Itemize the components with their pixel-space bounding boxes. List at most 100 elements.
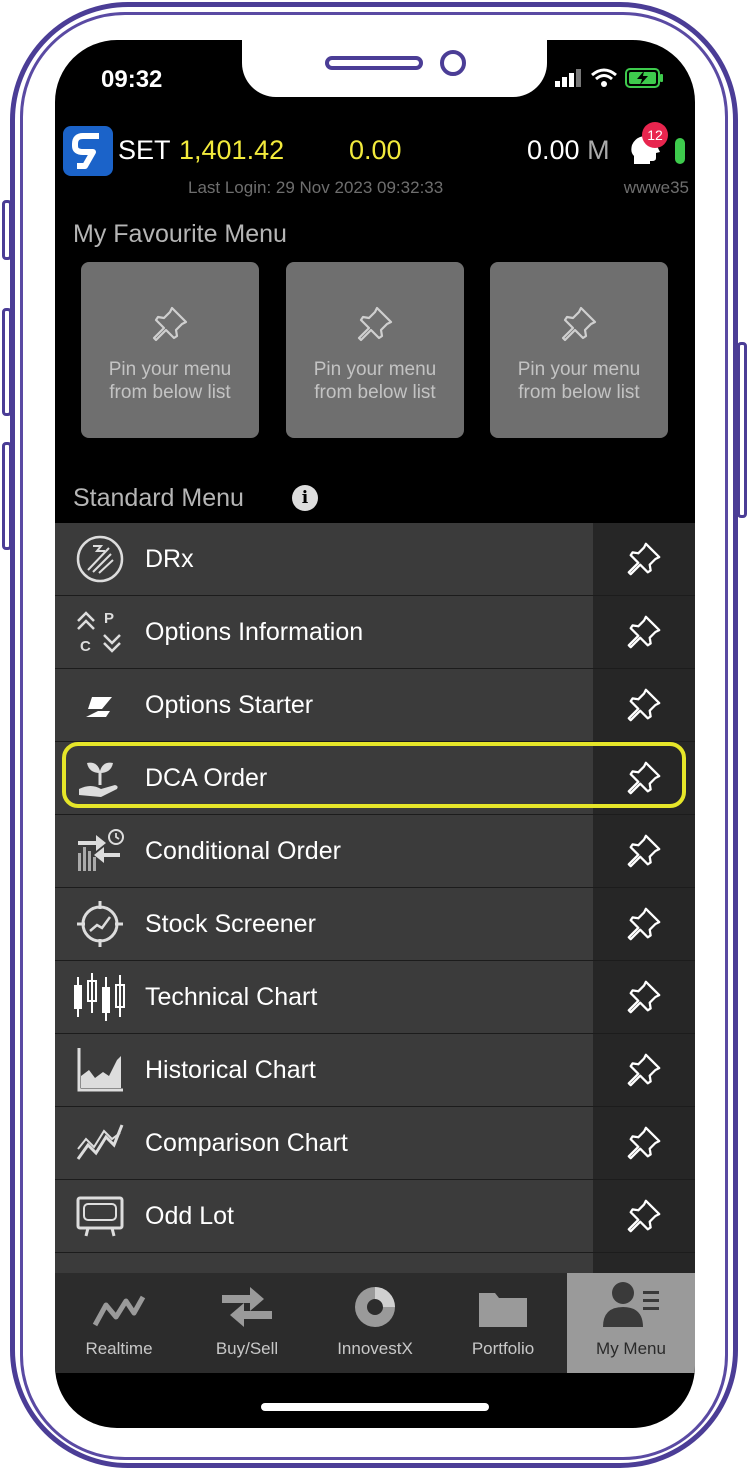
speaker-grille [325,56,423,70]
menu-item-options-starter[interactable]: Options Starter [55,669,695,742]
options-information-icon: P C [55,596,145,668]
volume-up-button [2,308,12,416]
menu-item-partial [55,1253,695,1273]
menu-item-label: Historical Chart [145,1055,316,1084]
pin-button[interactable] [593,1180,695,1252]
wifi-icon [591,68,617,87]
comparison-chart-icon [55,1107,145,1179]
pin-button[interactable] [593,669,695,741]
my-menu-icon [603,1282,659,1327]
menu-item-label: Technical Chart [145,982,318,1011]
volume-value: 0.00 [527,135,580,165]
pin-icon [627,834,661,868]
connection-status-bar [675,138,685,164]
favourite-slot-text: Pin your menu from below list [313,359,437,403]
pin-icon [627,980,661,1014]
pin-icon [627,688,661,722]
stock-screener-icon [55,888,145,960]
pin-button[interactable] [593,1034,695,1106]
menu-item-drx[interactable]: DRx [55,523,695,596]
last-login: Last Login: 29 Nov 2023 09:32:33 [188,178,444,197]
drx-icon [55,523,145,595]
favourite-slot-text: Pin your menu from below list [517,359,641,403]
menu-item-label: Stock Screener [145,909,316,938]
tab-innovestx[interactable]: InnovestX [311,1273,439,1373]
menu-item-label: Options Starter [145,690,314,719]
favourite-slot-3[interactable]: Pin your menu from below list [490,262,668,438]
front-camera [440,50,466,76]
options-starter-icon [55,669,145,741]
pin-icon [627,1126,661,1160]
pin-button[interactable] [593,596,695,668]
menu-item-label: Conditional Order [145,836,341,865]
menu-item-conditional-order[interactable]: Conditional Order [55,815,695,888]
folder-icon [479,1293,527,1327]
standard-menu-title: Standard Menu [73,484,244,512]
home-indicator [261,1403,489,1411]
standard-menu-list: DRx P C Options Information Options Star… [55,523,695,1273]
pin-button[interactable] [593,815,695,887]
notification-badge: 12 [642,122,668,148]
bottom-tab-bar: Realtime Buy/Sell InnovestX Portfolio My… [55,1273,695,1373]
historical-chart-icon [55,1034,145,1106]
buy-sell-icon [222,1287,272,1327]
pin-icon [561,306,597,342]
tab-label: Realtime [85,1339,153,1358]
svg-text:C: C [80,638,91,655]
mute-switch [2,200,12,260]
app-screen: 09:32 SET 1,401.42 0.00 0.00 M 12 Last L… [55,40,695,1428]
tab-label: Buy/Sell [215,1339,279,1358]
odd-lot-icon [55,1180,145,1252]
pin-icon [627,907,661,941]
volume-unit: M [587,135,610,165]
battery-charging-icon [625,68,663,88]
pin-button[interactable] [593,961,695,1033]
menu-item-label: Odd Lot [145,1201,234,1230]
dca-order-highlight [62,742,686,808]
realtime-icon [92,1295,146,1327]
favourite-slot-2[interactable]: Pin your menu from below list [286,262,464,438]
pin-icon [627,1053,661,1087]
favourite-slot-text: Pin your menu from below list [108,359,232,403]
tab-label: Portfolio [471,1339,535,1358]
menu-item-label: Options Information [145,617,364,646]
menu-item-label: Comparison Chart [145,1128,348,1157]
tab-portfolio[interactable]: Portfolio [439,1273,567,1373]
pin-icon [627,542,661,576]
svg-text:P: P [104,610,114,627]
tab-label: InnovestX [337,1339,413,1358]
favourite-slot-1[interactable]: Pin your menu from below list [81,262,259,438]
signal-icon [555,69,581,87]
pin-icon [357,306,393,342]
volume: 0.00 M [527,135,610,166]
index-name: SET [118,135,171,165]
index-value: 1,401.42 [179,135,285,165]
favourite-menu-title: My Favourite Menu [73,220,287,248]
status-icons [555,68,665,88]
tab-buy-sell[interactable]: Buy/Sell [183,1273,311,1373]
username: wwwe35 [623,178,689,197]
menu-item-stock-screener[interactable]: Stock Screener [55,888,695,961]
tab-label: My Menu [596,1339,666,1358]
pin-button[interactable] [593,1107,695,1179]
pin-icon [152,306,188,342]
index-change: 0.00 [349,135,402,165]
conditional-order-icon [55,815,145,887]
pin-button[interactable] [593,523,695,595]
tab-my-menu[interactable]: My Menu [567,1273,695,1373]
volume-down-button [2,442,12,550]
menu-item-comparison-chart[interactable]: Comparison Chart [55,1107,695,1180]
power-button [737,342,747,518]
tab-realtime[interactable]: Realtime [55,1273,183,1373]
menu-item-odd-lot[interactable]: Odd Lot [55,1180,695,1253]
pin-button[interactable] [593,888,695,960]
pin-icon [627,1199,661,1233]
app-logo [63,126,113,176]
menu-item-label: DRx [145,544,194,573]
menu-item-technical-chart[interactable]: Technical Chart [55,961,695,1034]
menu-item-historical-chart[interactable]: Historical Chart [55,1034,695,1107]
innovestx-icon [355,1287,395,1327]
pin-icon [627,615,661,649]
info-icon[interactable]: i [292,485,318,511]
menu-item-options-information[interactable]: P C Options Information [55,596,695,669]
